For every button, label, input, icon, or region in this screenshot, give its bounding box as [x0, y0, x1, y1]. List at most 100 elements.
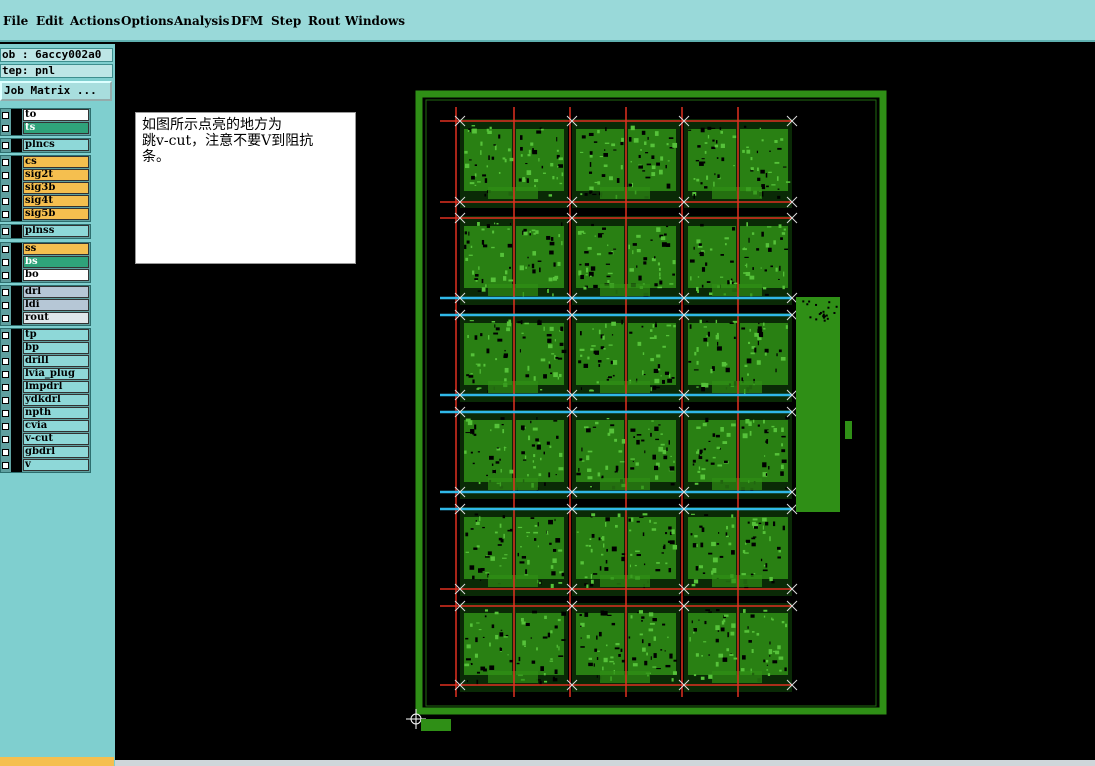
layer-row[interactable]: rout: [1, 312, 91, 325]
layer-checkbox[interactable]: [2, 185, 9, 192]
layer-color-swatch[interactable]: [11, 225, 22, 238]
menu-options[interactable]: Options: [121, 14, 173, 28]
layer-row[interactable]: sig3b: [1, 182, 91, 195]
layer-checkbox[interactable]: [2, 159, 9, 166]
layer-row[interactable]: lmpdrl: [1, 381, 91, 394]
layer-checkbox[interactable]: [2, 211, 9, 218]
layer-color-swatch[interactable]: [11, 329, 22, 342]
menu-step[interactable]: Step: [271, 14, 301, 28]
layer-color-swatch[interactable]: [11, 355, 22, 368]
pcb-panel-canvas[interactable]: [400, 85, 900, 735]
layer-color-swatch[interactable]: [11, 139, 22, 152]
layer-name[interactable]: ts: [23, 122, 89, 134]
layer-row[interactable]: sig5b: [1, 208, 91, 221]
layer-row[interactable]: plnss: [1, 225, 91, 238]
layer-name[interactable]: rout: [23, 312, 89, 324]
layer-name[interactable]: npth: [23, 407, 89, 419]
layer-name[interactable]: v: [23, 459, 89, 471]
layer-color-swatch[interactable]: [11, 269, 22, 282]
layer-name[interactable]: sig4t: [23, 195, 89, 207]
layer-color-swatch[interactable]: [11, 459, 22, 472]
layer-color-swatch[interactable]: [11, 243, 22, 256]
layer-name[interactable]: drl: [23, 286, 89, 298]
layer-color-swatch[interactable]: [11, 156, 22, 169]
layer-name[interactable]: lmpdrl: [23, 381, 89, 393]
layer-checkbox[interactable]: [2, 302, 9, 309]
layer-checkbox[interactable]: [2, 246, 9, 253]
layer-color-swatch[interactable]: [11, 368, 22, 381]
layer-row[interactable]: drl: [1, 286, 91, 299]
menu-dfm[interactable]: DFM: [231, 14, 263, 28]
layer-name[interactable]: cs: [23, 156, 89, 168]
layer-checkbox[interactable]: [2, 259, 9, 266]
layer-checkbox[interactable]: [2, 112, 9, 119]
layer-row[interactable]: gbdrl: [1, 446, 91, 459]
job-matrix-button[interactable]: Job Matrix ...: [0, 81, 112, 101]
layer-color-swatch[interactable]: [11, 182, 22, 195]
layer-name[interactable]: sig2t: [23, 169, 89, 181]
layer-checkbox[interactable]: [2, 462, 9, 469]
menu-actions[interactable]: Actions: [70, 14, 120, 28]
layer-color-swatch[interactable]: [11, 299, 22, 312]
layer-color-swatch[interactable]: [11, 256, 22, 269]
layer-row[interactable]: cvia: [1, 420, 91, 433]
layer-checkbox[interactable]: [2, 172, 9, 179]
menu-windows[interactable]: Windows: [345, 14, 405, 28]
layer-checkbox[interactable]: [2, 228, 9, 235]
layer-checkbox[interactable]: [2, 358, 9, 365]
layer-row[interactable]: ydkdrl: [1, 394, 91, 407]
layer-row[interactable]: cs: [1, 156, 91, 169]
layer-checkbox[interactable]: [2, 397, 9, 404]
layer-name[interactable]: sig3b: [23, 182, 89, 194]
layer-checkbox[interactable]: [2, 410, 9, 417]
layer-row[interactable]: sig4t: [1, 195, 91, 208]
menu-rout[interactable]: Rout: [308, 14, 340, 28]
layer-color-swatch[interactable]: [11, 433, 22, 446]
layer-name[interactable]: sig5b: [23, 208, 89, 220]
layer-row[interactable]: to: [1, 109, 91, 122]
layer-color-swatch[interactable]: [11, 420, 22, 433]
layer-row[interactable]: bo: [1, 269, 91, 282]
layer-row[interactable]: v-cut: [1, 433, 91, 446]
layer-color-swatch[interactable]: [11, 342, 22, 355]
layer-name[interactable]: bo: [23, 269, 89, 281]
layer-color-swatch[interactable]: [11, 195, 22, 208]
layer-checkbox[interactable]: [2, 125, 9, 132]
layer-row[interactable]: sig2t: [1, 169, 91, 182]
layer-color-swatch[interactable]: [11, 312, 22, 325]
layer-checkbox[interactable]: [2, 371, 9, 378]
layer-name[interactable]: ydkdrl: [23, 394, 89, 406]
layer-name[interactable]: plncs: [23, 139, 89, 151]
layer-checkbox[interactable]: [2, 384, 9, 391]
layer-name[interactable]: v-cut: [23, 433, 89, 445]
layer-name[interactable]: plnss: [23, 225, 89, 237]
layer-color-swatch[interactable]: [11, 407, 22, 420]
layer-row[interactable]: ss: [1, 243, 91, 256]
layer-name[interactable]: ldi: [23, 299, 89, 311]
layer-name[interactable]: bs: [23, 256, 89, 268]
layer-row[interactable]: bp: [1, 342, 91, 355]
layer-checkbox[interactable]: [2, 272, 9, 279]
layer-name[interactable]: tp: [23, 329, 89, 341]
layer-checkbox[interactable]: [2, 423, 9, 430]
layer-checkbox[interactable]: [2, 345, 9, 352]
layer-checkbox[interactable]: [2, 315, 9, 322]
layer-color-swatch[interactable]: [11, 169, 22, 182]
layer-color-swatch[interactable]: [11, 394, 22, 407]
layer-row[interactable]: plncs: [1, 139, 91, 152]
layer-row[interactable]: tp: [1, 329, 91, 342]
layer-name[interactable]: lvia_plug: [23, 368, 89, 380]
layer-name[interactable]: ss: [23, 243, 89, 255]
layer-row[interactable]: ts: [1, 122, 91, 135]
layer-row[interactable]: drill: [1, 355, 91, 368]
layer-name[interactable]: bp: [23, 342, 89, 354]
layer-checkbox[interactable]: [2, 198, 9, 205]
layer-color-swatch[interactable]: [11, 208, 22, 221]
layer-color-swatch[interactable]: [11, 446, 22, 459]
layer-checkbox[interactable]: [2, 142, 9, 149]
layer-name[interactable]: cvia: [23, 420, 89, 432]
layer-checkbox[interactable]: [2, 449, 9, 456]
layer-row[interactable]: bs: [1, 256, 91, 269]
layer-color-swatch[interactable]: [11, 286, 22, 299]
layer-color-swatch[interactable]: [11, 109, 22, 122]
